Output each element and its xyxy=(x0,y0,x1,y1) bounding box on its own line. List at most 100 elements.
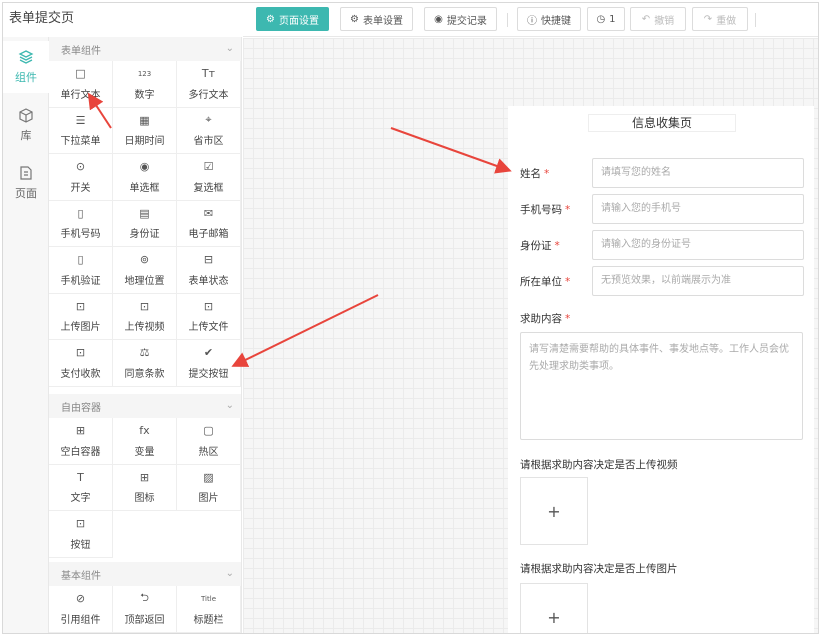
form-component-item[interactable]: 123 数字 xyxy=(113,61,177,108)
left-rail: 组件 库 页面 xyxy=(3,37,49,633)
component-icon: ▯ xyxy=(77,253,84,267)
rail-label: 页面 xyxy=(15,187,37,200)
form-component-item[interactable]: ⊚ 地理位置 xyxy=(113,247,177,294)
basic-components-grid: ⊘ 引用组件 ⮌ 顶部返回 Title 标题栏 xyxy=(49,586,241,633)
form-component-item[interactable]: ⊟ 表单状态 xyxy=(177,247,241,294)
basic-component-item[interactable]: ⮌ 顶部返回 xyxy=(113,586,177,633)
form-component-item[interactable]: ⊡ 上传文件 xyxy=(177,293,241,340)
undo-button[interactable]: ↶ 撤销 xyxy=(630,7,686,31)
form-component-item[interactable]: Tт 多行文本 xyxy=(177,61,241,108)
component-icon: ⊡ xyxy=(75,346,86,360)
component-label: 开关 xyxy=(70,182,91,194)
component-icon: ▤ xyxy=(139,206,150,220)
component-label: 手机号码 xyxy=(60,229,101,241)
form-component-item[interactable]: ◉ 单选框 xyxy=(113,154,177,201)
component-label: 地理位置 xyxy=(124,275,165,287)
form-component-item[interactable]: ▯ 手机号码 xyxy=(49,200,113,247)
form-component-item[interactable]: □ 单行文本 xyxy=(49,61,113,108)
component-icon: ⊡ xyxy=(139,299,150,313)
image-upload-button[interactable]: + xyxy=(520,583,588,633)
component-icon: ▦ xyxy=(139,113,150,127)
component-icon: ⊡ xyxy=(75,517,86,531)
component-icon: ☑ xyxy=(203,160,214,174)
component-icon: ⊚ xyxy=(139,253,150,267)
free-component-item[interactable]: ⊞ 图标 xyxy=(113,464,177,511)
rail-item-library[interactable]: 库 xyxy=(3,99,49,151)
undo-icon: ↶ xyxy=(641,13,651,25)
organization-input[interactable]: 无预览效果，以前端展示为准 xyxy=(592,266,804,296)
section-header-basic[interactable]: 基本组件 ⌄ xyxy=(49,562,241,586)
component-icon: ✉ xyxy=(203,206,214,220)
basic-component-item[interactable]: Title 标题栏 xyxy=(177,586,241,633)
field-label: 手机号码 * xyxy=(520,204,571,216)
rail-item-pages[interactable]: 页面 xyxy=(3,157,49,209)
gear-icon: ⚙ xyxy=(266,13,275,25)
component-label: 电子邮箱 xyxy=(188,229,229,241)
free-component-item[interactable]: ⊡ 按钮 xyxy=(49,511,113,558)
eye-icon: ◉ xyxy=(434,13,443,25)
component-label: 文字 xyxy=(70,493,91,505)
field-label: 身份证 * xyxy=(520,240,560,252)
id-card-input[interactable]: 请输入您的身份证号 xyxy=(592,230,804,260)
phone-input[interactable]: 请输入您的手机号 xyxy=(592,194,804,224)
rail-item-components[interactable]: 组件 xyxy=(3,41,49,93)
history-count: 1 xyxy=(609,13,616,25)
form-component-item[interactable]: ☑ 复选框 xyxy=(177,154,241,201)
form-component-item[interactable]: ✔ 提交按钮 xyxy=(177,340,241,387)
free-component-item[interactable]: T 文字 xyxy=(49,464,113,511)
field-phone: 手机号码 * 请输入您的手机号 xyxy=(520,194,804,224)
section-header-free[interactable]: 自由容器 ⌄ xyxy=(49,394,241,418)
page-settings-button[interactable]: ⚙ 页面设置 xyxy=(256,7,329,31)
component-icon: ⊞ xyxy=(75,424,86,438)
form-component-item[interactable]: ⊡ 支付收款 xyxy=(49,340,113,387)
component-icon: ✔ xyxy=(203,346,214,360)
redo-button[interactable]: ↷ 重做 xyxy=(692,7,748,31)
component-label: 提交按钮 xyxy=(188,368,229,380)
section-title: 自由容器 xyxy=(61,402,101,414)
name-input[interactable]: 请填写您的姓名 xyxy=(592,158,804,188)
video-upload-button[interactable]: + xyxy=(520,477,588,545)
form-component-item[interactable]: ⌖ 省市区 xyxy=(177,107,241,154)
redo-label: 重做 xyxy=(716,15,737,27)
submit-records-button[interactable]: ◉ 提交记录 xyxy=(424,7,497,31)
form-component-item[interactable]: ✉ 电子邮箱 xyxy=(177,200,241,247)
form-component-item[interactable]: ⊡ 上传视频 xyxy=(113,293,177,340)
form-component-item[interactable]: ☰ 下拉菜单 xyxy=(49,107,113,154)
history-button[interactable]: ◷ 1 xyxy=(587,7,625,31)
undo-label: 撤销 xyxy=(654,15,675,27)
video-upload-label: 请根据求助内容决定是否上传视频 xyxy=(520,459,678,471)
component-icon: ⊞ xyxy=(139,470,150,484)
basic-component-item[interactable]: ⊘ 引用组件 xyxy=(49,586,113,633)
section-header-form[interactable]: 表单组件 ⌄ xyxy=(49,37,241,61)
component-label: 单选框 xyxy=(129,182,160,194)
component-icon: ☰ xyxy=(75,113,86,127)
free-component-item[interactable]: ▨ 图片 xyxy=(177,464,241,511)
section-title: 表单组件 xyxy=(61,45,101,57)
free-component-item[interactable]: ⊞ 空白容器 xyxy=(49,418,113,465)
component-label: 支付收款 xyxy=(60,368,101,380)
clock-icon: ◷ xyxy=(596,13,606,25)
form-component-item[interactable]: ⊙ 开关 xyxy=(49,154,113,201)
component-icon: T xyxy=(77,470,84,484)
component-label: 复选框 xyxy=(193,182,224,194)
field-name: 姓名 * 请填写您的姓名 xyxy=(520,158,804,188)
free-component-item[interactable]: fx 变量 xyxy=(113,418,177,465)
component-label: 空白容器 xyxy=(60,446,101,458)
form-component-item[interactable]: ▤ 身份证 xyxy=(113,200,177,247)
help-content-textarea[interactable]: 请写清楚需要帮助的具体事件、事发地点等。工作人员会优先处理求助类事项。 xyxy=(520,332,803,440)
form-component-item[interactable]: ⊡ 上传图片 xyxy=(49,293,113,340)
free-component-item[interactable]: ▢ 热区 xyxy=(177,418,241,465)
shortcuts-button[interactable]: ⓘ 快捷键 xyxy=(517,7,581,31)
form-component-item[interactable]: ▦ 日期时间 xyxy=(113,107,177,154)
component-label: 多行文本 xyxy=(188,89,229,101)
form-component-item[interactable]: ⚖ 同意条款 xyxy=(113,340,177,387)
form-component-item[interactable]: ▯ 手机验证 xyxy=(49,247,113,294)
component-icon: ⊙ xyxy=(75,160,86,174)
component-label: 表单状态 xyxy=(188,275,229,287)
shortcuts-label: 快捷键 xyxy=(541,15,571,27)
field-label: 姓名 * xyxy=(520,168,550,180)
form-settings-button[interactable]: ⚙ 表单设置 xyxy=(340,7,413,31)
component-label: 图片 xyxy=(198,493,219,505)
chevron-down-icon: ⌄ xyxy=(225,400,234,411)
redo-icon: ↷ xyxy=(703,13,713,25)
